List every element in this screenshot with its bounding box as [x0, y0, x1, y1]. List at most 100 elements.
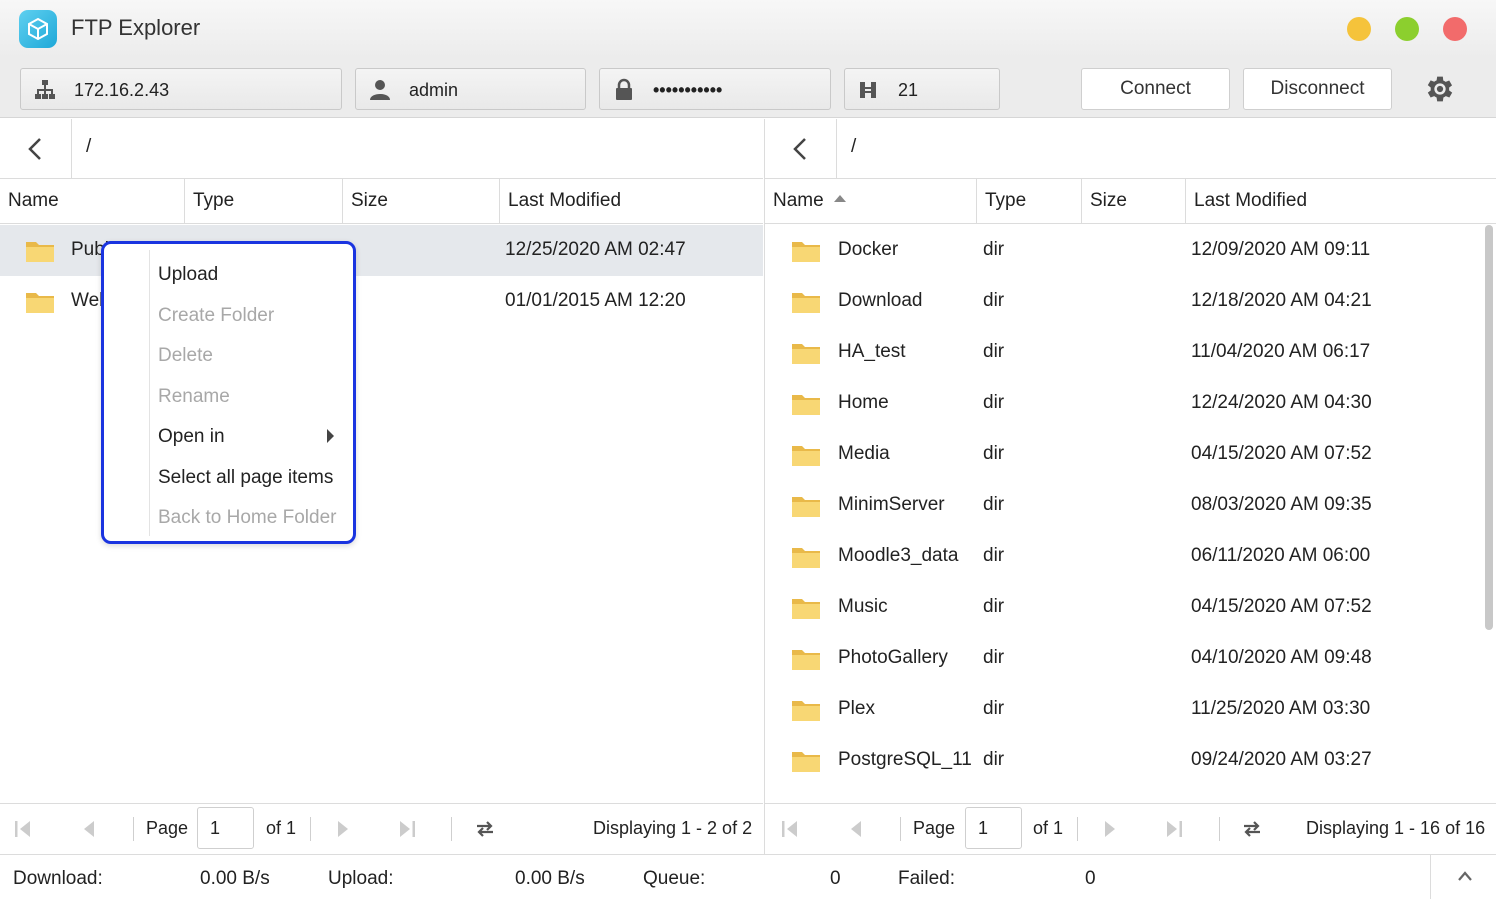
- remote-path: /: [851, 136, 857, 157]
- sort-ascending-icon: [833, 195, 846, 202]
- context-menu: Upload Create Folder Delete Rename Open …: [101, 241, 356, 544]
- menu-item-delete[interactable]: Delete: [158, 345, 213, 367]
- menu-item-upload[interactable]: Upload: [158, 264, 218, 286]
- next-page-icon[interactable]: [332, 818, 354, 840]
- password-field[interactable]: •••••••••••: [599, 68, 831, 110]
- column-last-modified[interactable]: Last Modified: [1186, 179, 1496, 223]
- file-modified: 06/11/2020 AM 06:00: [1191, 545, 1371, 566]
- column-type[interactable]: Type: [185, 179, 343, 223]
- folder-icon: [792, 344, 820, 364]
- table-row[interactable]: PostgreSQL_11 dir 09/24/2020 AM 03:27: [765, 735, 1496, 786]
- divider: [1077, 817, 1078, 841]
- connect-button[interactable]: Connect: [1081, 68, 1230, 110]
- user-value: admin: [409, 80, 459, 100]
- file-type: dir: [983, 749, 1005, 770]
- file-type: dir: [983, 545, 1005, 566]
- table-row[interactable]: Moodle3_data dir 06/11/2020 AM 06:00: [765, 531, 1496, 582]
- menu-item-back-home[interactable]: Back to Home Folder: [158, 507, 336, 529]
- prev-page-icon[interactable]: [78, 818, 100, 840]
- prev-page-icon[interactable]: [845, 818, 867, 840]
- file-type: dir: [983, 596, 1005, 617]
- file-type: dir: [983, 443, 1005, 464]
- queue-label: Queue:: [643, 868, 706, 889]
- folder-icon: [792, 242, 820, 262]
- remote-path-bar: /: [765, 119, 1496, 179]
- first-page-icon[interactable]: [12, 818, 34, 840]
- refresh-icon[interactable]: [1241, 818, 1263, 840]
- file-modified: 09/24/2020 AM 03:27: [1191, 749, 1372, 770]
- first-page-icon[interactable]: [779, 818, 801, 840]
- port-field[interactable]: 21: [844, 68, 1000, 110]
- host-value: 172.16.2.43: [74, 80, 170, 100]
- remote-back-button[interactable]: [765, 119, 837, 178]
- table-row[interactable]: HA_test dir 11/04/2020 AM 06:17: [765, 327, 1496, 378]
- divider: [133, 817, 134, 841]
- menu-item-open-in[interactable]: Open in: [158, 426, 225, 448]
- folder-icon: [792, 752, 820, 772]
- file-type: dir: [983, 341, 1005, 362]
- remote-pager: Page 1 of 1 Displaying 1 - 16 of 16: [765, 803, 1496, 854]
- column-last-modified[interactable]: Last Modified: [500, 179, 763, 223]
- folder-icon: [792, 548, 820, 568]
- file-modified: 12/25/2020 AM 02:47: [505, 239, 686, 260]
- queue-count: 0: [830, 868, 841, 889]
- maximize-button[interactable]: [1395, 17, 1419, 41]
- file-name: MinimServer: [838, 494, 945, 515]
- table-row[interactable]: PhotoGallery dir 04/10/2020 AM 09:48: [765, 633, 1496, 684]
- table-row[interactable]: Media dir 04/15/2020 AM 07:52: [765, 429, 1496, 480]
- window-title: FTP Explorer: [71, 15, 201, 40]
- user-field[interactable]: admin: [355, 68, 586, 110]
- port-value: 21: [898, 80, 919, 100]
- column-size[interactable]: Size: [343, 179, 500, 223]
- page-input[interactable]: 1: [197, 807, 254, 849]
- folder-icon: [792, 497, 820, 517]
- table-row[interactable]: Plex dir 11/25/2020 AM 03:30: [765, 684, 1496, 735]
- submenu-arrow-icon: [327, 429, 334, 443]
- last-page-icon[interactable]: [1163, 818, 1185, 840]
- column-name[interactable]: Name: [765, 179, 977, 223]
- file-name: Home: [838, 392, 889, 413]
- folder-icon: [792, 293, 820, 313]
- network-icon: [35, 80, 55, 99]
- column-type[interactable]: Type: [977, 179, 1082, 223]
- scrollbar[interactable]: [1485, 225, 1493, 630]
- table-row[interactable]: Docker dir 12/09/2020 AM 09:11: [765, 225, 1496, 276]
- file-modified: 12/18/2020 AM 04:21: [1191, 290, 1372, 311]
- menu-item-select-all[interactable]: Select all page items: [158, 467, 333, 489]
- local-back-button[interactable]: [0, 119, 72, 178]
- menu-item-create-folder[interactable]: Create Folder: [158, 305, 274, 327]
- upload-rate: 0.00 B/s: [515, 868, 585, 889]
- folder-icon: [792, 395, 820, 415]
- file-name: PhotoGallery: [838, 647, 948, 668]
- refresh-icon[interactable]: [474, 818, 496, 840]
- password-value: •••••••••••: [653, 80, 723, 100]
- host-field[interactable]: 172.16.2.43: [20, 68, 342, 110]
- file-name: PostgreSQL_11: [838, 749, 972, 770]
- file-modified: 04/10/2020 AM 09:48: [1191, 647, 1372, 668]
- file-name: Plex: [838, 698, 875, 719]
- file-type: dir: [983, 290, 1005, 311]
- file-name: Media: [838, 443, 890, 464]
- last-page-icon[interactable]: [396, 818, 418, 840]
- failed-label: Failed:: [898, 868, 956, 889]
- close-button[interactable]: [1443, 17, 1467, 41]
- minimize-button[interactable]: [1347, 17, 1371, 41]
- table-row[interactable]: Music dir 04/15/2020 AM 07:52: [765, 582, 1496, 633]
- menu-item-rename[interactable]: Rename: [158, 386, 230, 408]
- file-type: dir: [983, 647, 1005, 668]
- file-modified: 11/25/2020 AM 03:30: [1191, 698, 1371, 719]
- table-row[interactable]: Home dir 12/24/2020 AM 04:30: [765, 378, 1496, 429]
- title-bar: FTP Explorer: [0, 0, 1496, 58]
- column-size[interactable]: Size: [1082, 179, 1186, 223]
- connection-toolbar: 172.16.2.43 admin ••••••••••• 21 Connect…: [0, 58, 1496, 118]
- divider: [451, 817, 452, 841]
- column-name[interactable]: Name: [0, 179, 185, 223]
- disconnect-button[interactable]: Disconnect: [1243, 68, 1392, 110]
- expand-transfers-button[interactable]: [1430, 855, 1496, 899]
- next-page-icon[interactable]: [1099, 818, 1121, 840]
- table-row[interactable]: Download dir 12/18/2020 AM 04:21: [765, 276, 1496, 327]
- display-info: Displaying 1 - 16 of 16: [1306, 818, 1486, 838]
- page-input[interactable]: 1: [965, 807, 1022, 849]
- gear-icon[interactable]: [1423, 72, 1457, 106]
- table-row[interactable]: MinimServer dir 08/03/2020 AM 09:35: [765, 480, 1496, 531]
